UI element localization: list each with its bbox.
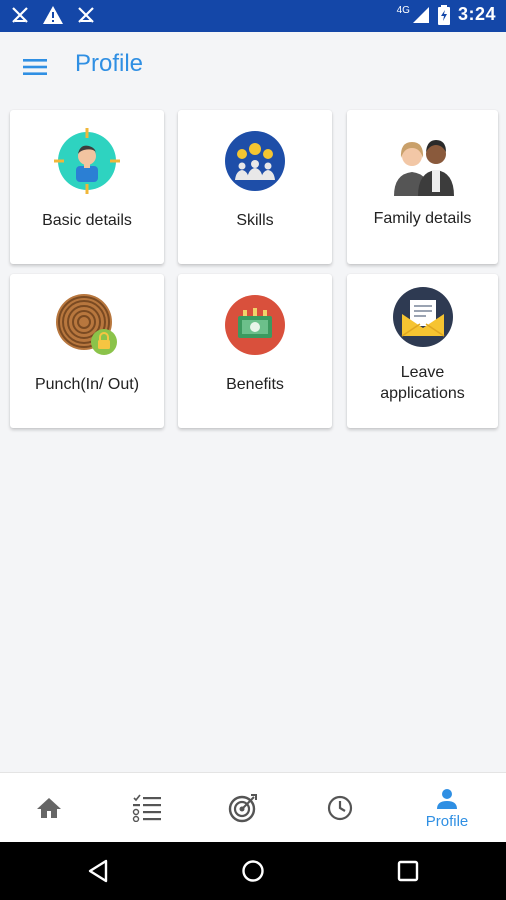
signal-icon xyxy=(412,6,429,23)
tile-basic-details[interactable]: Basic details xyxy=(10,110,164,264)
target-icon xyxy=(228,794,257,823)
tile-label: Family details xyxy=(373,210,472,227)
tile-label: Punch(In/ Out) xyxy=(34,376,140,393)
tile-leave-applications[interactable]: Leave applications xyxy=(347,274,498,428)
back-icon[interactable] xyxy=(86,859,110,883)
tile-label: Leave applications xyxy=(347,362,498,404)
clock-icon xyxy=(327,795,353,821)
notification-icons xyxy=(10,5,96,25)
app-bar: Profile xyxy=(0,32,506,100)
tile-punch-in-out[interactable]: Punch(In/ Out) xyxy=(10,274,164,428)
battery-icon xyxy=(437,4,450,25)
money-icon xyxy=(225,295,285,355)
nav-profile-label: Profile xyxy=(425,812,469,830)
missed-call-icon xyxy=(12,7,28,23)
person-icon xyxy=(437,788,457,809)
tile-label-line: applications xyxy=(380,385,465,402)
nav-goals[interactable] xyxy=(203,773,283,843)
home-circle-icon[interactable] xyxy=(241,859,265,883)
hamburger-menu-icon xyxy=(23,59,47,75)
page-title: Profile xyxy=(75,50,144,77)
missed-call-icon xyxy=(78,7,94,23)
envelope-letter-icon xyxy=(392,287,453,347)
home-icon xyxy=(37,798,61,818)
tile-skills[interactable]: Skills xyxy=(178,110,332,264)
clock-time: 3:24 xyxy=(457,4,496,24)
tile-benefits[interactable]: Benefits xyxy=(178,274,332,428)
tile-family-details[interactable]: Family details xyxy=(347,110,498,264)
nav-history[interactable] xyxy=(300,773,380,843)
system-status: 4G 3:24 xyxy=(397,4,496,25)
profile-tiles-grid: Basic details Skills Family details Punc… xyxy=(10,110,498,430)
status-bar: 4G 3:24 xyxy=(0,0,506,32)
user-focus-icon xyxy=(54,128,120,194)
couple-icon xyxy=(393,140,454,196)
network-label: 4G xyxy=(396,5,410,16)
menu-button[interactable] xyxy=(18,50,52,84)
warning-icon xyxy=(43,6,63,24)
tile-label-line: Leave xyxy=(400,364,445,381)
tile-label: Basic details xyxy=(42,212,132,229)
tile-label: Skills xyxy=(236,212,274,229)
nav-home[interactable] xyxy=(10,773,88,843)
system-navigation-bar xyxy=(0,842,506,900)
nav-tasks[interactable] xyxy=(107,773,187,843)
fingerprint-lock-icon xyxy=(56,294,117,355)
nav-profile[interactable]: Profile xyxy=(405,773,489,843)
lightbulb-team-icon xyxy=(225,131,285,191)
recents-icon[interactable] xyxy=(397,860,419,882)
checklist-icon xyxy=(132,794,161,822)
tile-label: Benefits xyxy=(226,376,284,393)
bottom-navigation: Profile xyxy=(0,772,506,843)
